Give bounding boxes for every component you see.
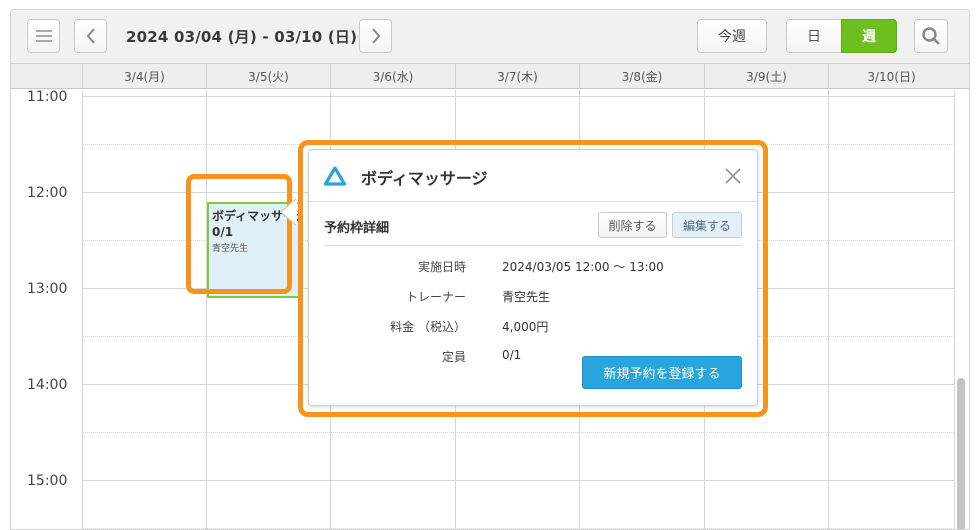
day-view-button[interactable]: 日 xyxy=(786,19,842,53)
time-label: 15:00 xyxy=(27,473,68,489)
time-label: 14:00 xyxy=(27,377,68,393)
column-divider xyxy=(828,90,829,529)
next-week-button[interactable] xyxy=(359,19,392,53)
prev-week-button[interactable] xyxy=(74,19,107,53)
chevron-left-icon xyxy=(86,28,95,44)
popup-highlight-frame xyxy=(298,140,768,417)
column-divider xyxy=(206,90,207,529)
scrollbar[interactable] xyxy=(957,378,965,529)
hour-line xyxy=(82,480,954,481)
chevron-right-icon xyxy=(371,28,380,44)
day-header-tue: 3/5(火) xyxy=(206,64,330,89)
search-icon xyxy=(922,27,940,45)
day-header-sun: 3/10(日) xyxy=(828,64,954,89)
time-label: 12:00 xyxy=(27,185,68,201)
toolbar: 2024 03/04 (月) - 03/10 (日) 今週 日 週 xyxy=(11,10,969,64)
column-divider xyxy=(954,90,955,529)
menu-button[interactable] xyxy=(27,19,60,53)
week-view-button[interactable]: 週 xyxy=(841,19,897,53)
hour-line xyxy=(82,96,954,97)
popup-pointer-inner xyxy=(282,199,297,225)
day-header-sat: 3/9(土) xyxy=(704,64,828,89)
day-header-mon: 3/4(月) xyxy=(82,64,206,89)
menu-icon xyxy=(35,30,52,42)
column-divider xyxy=(82,90,83,529)
date-range-label: 2024 03/04 (月) - 03/10 (日) xyxy=(126,28,358,46)
search-button[interactable] xyxy=(914,19,948,53)
day-header-wed: 3/6(水) xyxy=(330,64,455,89)
this-week-button[interactable]: 今週 xyxy=(697,19,767,53)
half-hour-line xyxy=(82,432,954,433)
day-header-thu: 3/7(木) xyxy=(455,64,579,89)
half-hour-line xyxy=(82,528,954,529)
day-header-row: 3/4(月) 3/5(火) 3/6(水) 3/7(木) 3/8(金) 3/9(土… xyxy=(11,64,969,89)
event-highlight-frame xyxy=(186,174,292,294)
time-label: 13:00 xyxy=(27,281,68,297)
day-header-fri: 3/8(金) xyxy=(579,64,704,89)
time-label: 11:00 xyxy=(27,89,68,105)
